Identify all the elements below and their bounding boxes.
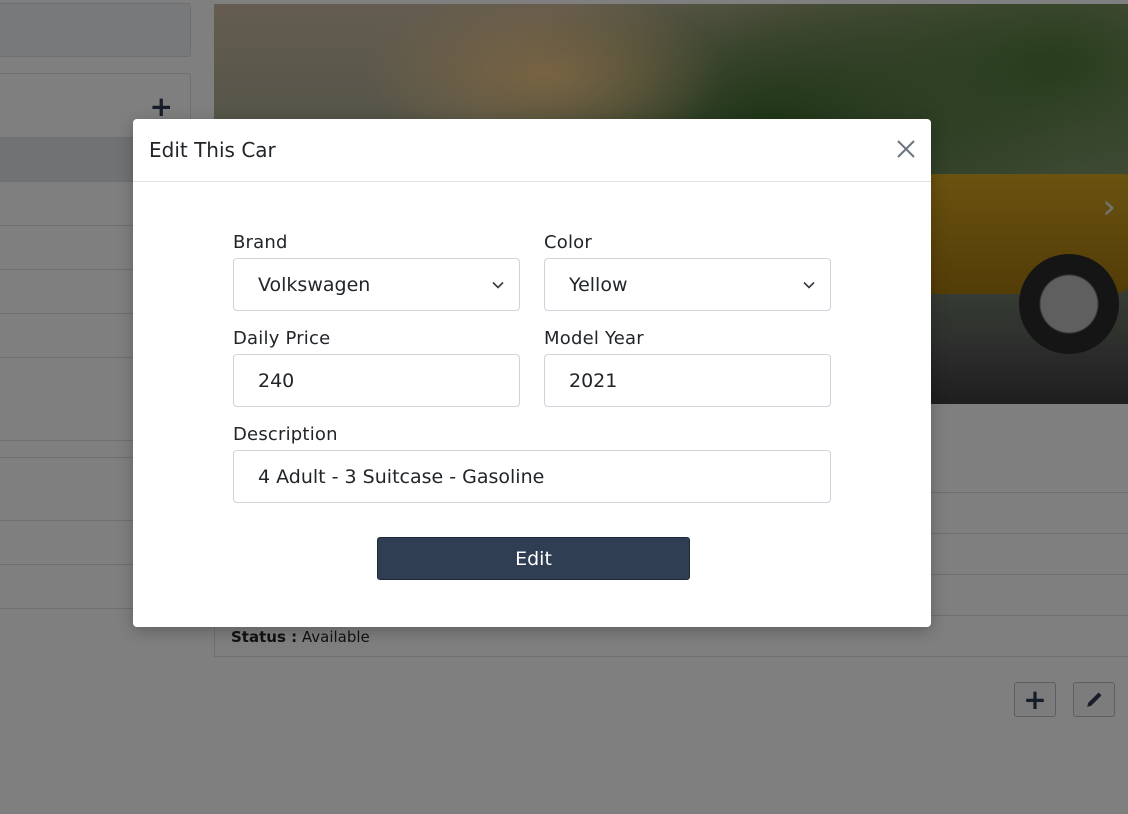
color-select[interactable]: Yellow — [544, 258, 831, 311]
close-icon[interactable] — [895, 138, 917, 160]
brand-label: Brand — [233, 232, 288, 253]
edit-car-modal: Edit This Car Brand Volkswagen Color Yel… — [133, 119, 931, 627]
color-label: Color — [544, 232, 592, 253]
daily-price-value: 240 — [258, 369, 295, 392]
brand-select-value: Volkswagen — [258, 273, 371, 296]
daily-price-field: Daily Price 240 — [233, 328, 520, 407]
brand-select[interactable]: Volkswagen — [233, 258, 520, 311]
modal-title: Edit This Car — [149, 138, 276, 162]
daily-price-label: Daily Price — [233, 328, 331, 349]
color-field: Color Yellow — [544, 232, 831, 311]
chevron-down-icon — [803, 281, 815, 289]
description-label: Description — [233, 424, 338, 445]
model-year-value: 2021 — [569, 369, 618, 392]
model-year-input[interactable]: 2021 — [544, 354, 831, 407]
description-input[interactable]: 4 Adult - 3 Suitcase - Gasoline — [233, 450, 831, 503]
edit-submit-button[interactable]: Edit — [377, 537, 690, 580]
description-field: Description 4 Adult - 3 Suitcase - Gasol… — [233, 424, 831, 503]
brand-field: Brand Volkswagen — [233, 232, 520, 311]
model-year-field: Model Year 2021 — [544, 328, 831, 407]
model-year-label: Model Year — [544, 328, 644, 349]
modal-header: Edit This Car — [133, 119, 931, 182]
description-value: 4 Adult - 3 Suitcase - Gasoline — [258, 465, 545, 488]
color-select-value: Yellow — [569, 273, 628, 296]
chevron-down-icon — [492, 281, 504, 289]
daily-price-input[interactable]: 240 — [233, 354, 520, 407]
